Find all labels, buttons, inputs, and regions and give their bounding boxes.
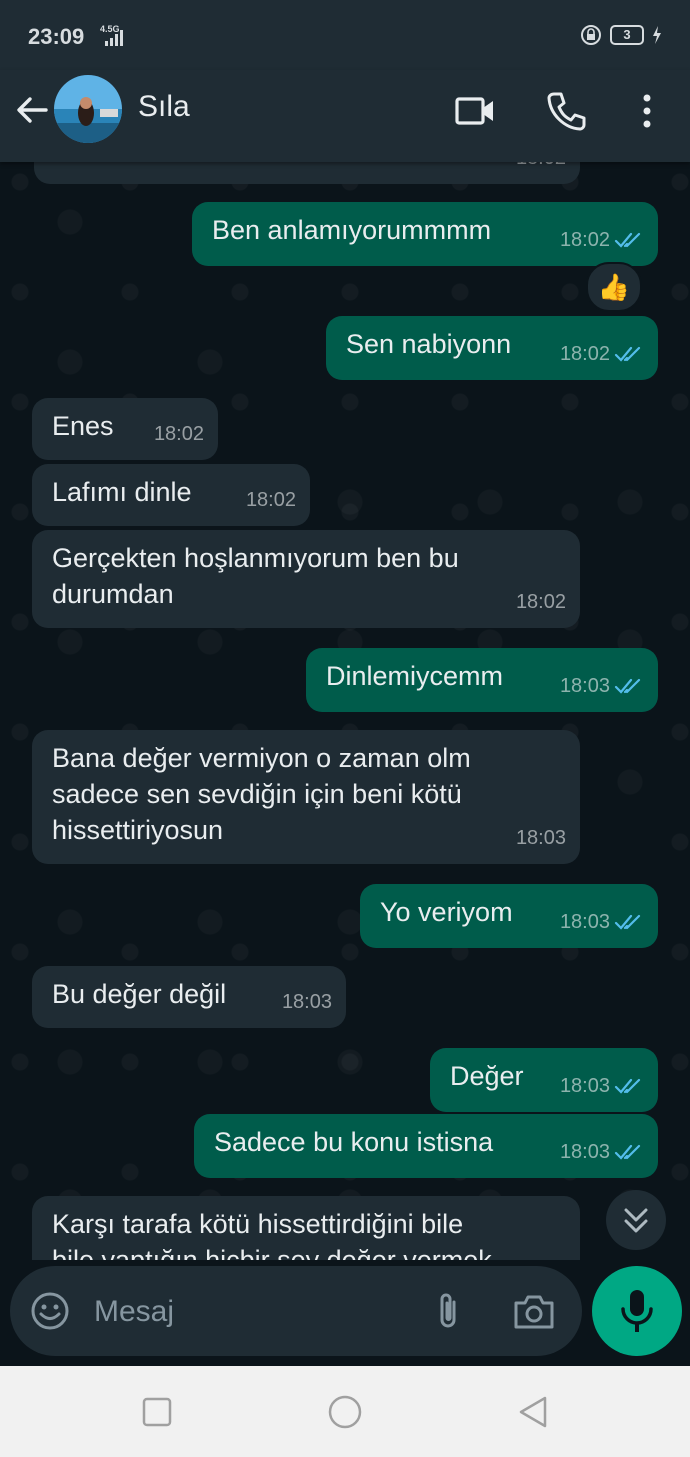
battery-indicator: 3	[610, 25, 644, 45]
message-time: 18:03	[559, 675, 610, 697]
message-time: 18:02	[153, 423, 204, 445]
message-bubble-outgoing[interactable]: Sen nabiyonn 18:02	[326, 316, 658, 380]
contact-name[interactable]: Sıla	[138, 90, 190, 124]
camera-icon[interactable]	[512, 1291, 556, 1331]
message-bubble-outgoing[interactable]: Yo veriyom 18:03	[360, 884, 658, 948]
message-text: Lafımı dinle	[52, 477, 192, 507]
message-bubble-incoming[interactable]: Karşı tarafa kötü hissettirdiğini bile bi…	[32, 1196, 580, 1260]
message-time: 18:02	[559, 343, 610, 365]
video-call-icon[interactable]	[454, 90, 496, 132]
message-text: Sadece bu konu istisna	[214, 1127, 494, 1157]
message-text: Bu değer değil	[52, 979, 227, 1009]
message-time: 18:03	[515, 827, 566, 849]
read-ticks-icon	[614, 1078, 641, 1094]
message-bubble-outgoing[interactable]: Ben anlamıyorummmm 18:02	[192, 202, 658, 266]
message-time: 18:03	[281, 991, 332, 1013]
avatar[interactable]	[54, 75, 122, 143]
message-time: 18:02	[515, 591, 566, 613]
read-ticks-icon	[614, 1144, 641, 1160]
paperclip-icon[interactable]	[428, 1290, 468, 1332]
message-bubble-outgoing[interactable]: Dinlemiycemm 18:03	[306, 648, 658, 712]
message-list[interactable]: 18:02 Ben anlamıyorummmm 18:02 👍 Sen nab…	[0, 162, 690, 1262]
read-ticks-icon	[614, 914, 641, 930]
message-text: Yo veriyom	[380, 897, 513, 927]
message-time: 18:02	[516, 162, 566, 176]
recent-apps-icon[interactable]	[139, 1394, 175, 1430]
message-bubble-outgoing[interactable]: Sadece bu konu istisna 18:03	[194, 1114, 658, 1178]
mic-button[interactable]	[592, 1266, 682, 1356]
message-time: 18:03	[559, 911, 610, 933]
message-text: Karşı tarafa kötü hissettirdiğini bile bi…	[52, 1209, 492, 1260]
message-text: Sen nabiyonn	[346, 329, 512, 359]
system-nav-bar	[0, 1366, 690, 1457]
message-text: Değer	[450, 1061, 524, 1091]
home-icon[interactable]	[327, 1394, 363, 1430]
signal-icon	[105, 30, 123, 46]
chat-header: Sıla	[0, 70, 690, 162]
arrow-left-icon[interactable]	[14, 92, 50, 128]
message-time: 18:03	[559, 1075, 610, 1097]
message-bubble-incoming[interactable]: Bana değer vermiyon o zaman olm sadece se…	[32, 730, 580, 864]
double-chevron-down-icon	[624, 1208, 648, 1233]
message-bubble-incoming[interactable]: Bu değer değil 18:03	[32, 966, 346, 1028]
message-composer	[10, 1266, 582, 1356]
message-input[interactable]	[92, 1288, 396, 1336]
message-bubble-outgoing[interactable]: Değer 18:03	[430, 1048, 658, 1112]
read-ticks-icon	[614, 346, 641, 362]
message-bubble-incoming[interactable]: Enes 18:02	[32, 398, 218, 460]
lock-rotation-icon	[581, 25, 601, 45]
message-bubble-incoming[interactable]: Lafımı dinle 18:02	[32, 464, 310, 526]
phone-icon[interactable]	[546, 90, 588, 132]
charging-icon	[653, 26, 661, 44]
message-text: Bana değer vermiyon o zaman olm sadece se…	[52, 743, 471, 845]
message-time: 18:02	[559, 229, 610, 251]
message-text: Ben anlamıyorummmm	[212, 215, 492, 245]
message-text: Enes	[52, 411, 114, 441]
reaction-badge[interactable]: 👍	[586, 262, 642, 312]
status-bar: 23:09 4.5G 3	[0, 0, 690, 70]
message-text: Gerçekten hoşlanmıyorum ben bu durumdan	[52, 543, 459, 609]
read-ticks-icon	[614, 678, 641, 694]
read-ticks-icon	[614, 232, 641, 248]
back-nav-icon[interactable]	[515, 1394, 551, 1430]
message-text: Dinlemiycemm	[326, 661, 504, 691]
message-time: 18:03	[559, 1141, 610, 1163]
more-vert-icon[interactable]	[626, 90, 668, 132]
message-bubble-incoming[interactable]: 18:02	[34, 162, 580, 184]
message-time: 18:02	[245, 489, 296, 511]
emoji-icon[interactable]	[30, 1291, 70, 1331]
clock: 23:09	[28, 24, 85, 49]
scroll-to-bottom-button[interactable]	[606, 1190, 666, 1250]
mic-icon	[621, 1290, 653, 1332]
message-bubble-incoming[interactable]: Gerçekten hoşlanmıyorum ben bu durumdan 1…	[32, 530, 580, 628]
